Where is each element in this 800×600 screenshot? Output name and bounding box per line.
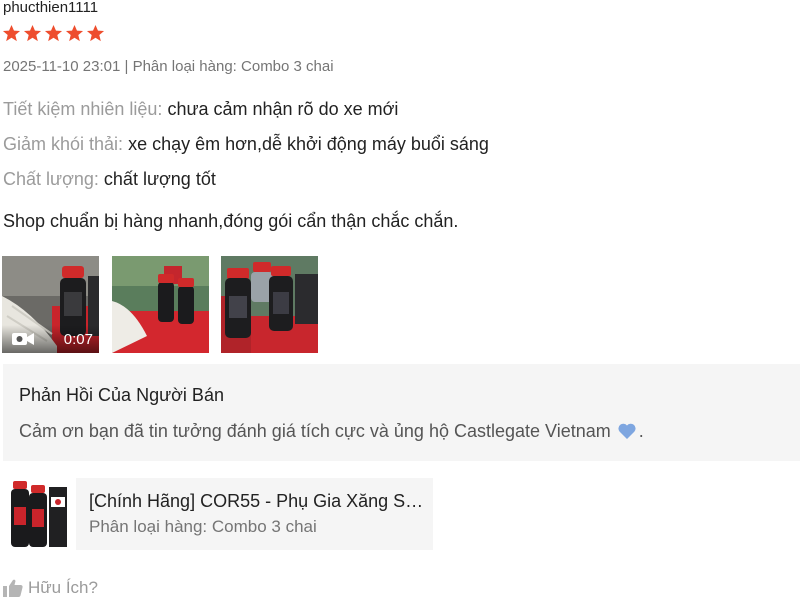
product-thumbnail xyxy=(7,477,69,551)
review-video-thumbnail[interactable]: 0:07 xyxy=(2,256,99,353)
review-photo xyxy=(221,256,318,353)
video-duration: 0:07 xyxy=(63,331,93,348)
attribute-value: xe chạy êm hơn,dễ khởi động máy buổi sán… xyxy=(128,134,489,154)
helpful-label: Hữu Ích? xyxy=(28,578,98,597)
variant-value: Combo 3 chai xyxy=(241,58,334,75)
product-info[interactable]: [Chính Hãng] COR55 - Phụ Gia Xăng Sinh H… xyxy=(76,478,433,550)
attribute-quality: Chất lượng: chất lượng tốt xyxy=(3,169,216,190)
attribute-value: chưa cảm nhận rõ do xe mới xyxy=(167,99,399,119)
review-comment: Shop chuẩn bị hàng nhanh,đóng gói cẩn th… xyxy=(3,211,459,231)
product-name[interactable]: [Chính Hãng] COR55 - Phụ Gia Xăng Sinh H… xyxy=(89,491,425,512)
seller-reply-message: Cảm ơn bạn đã tin tưởng đánh giá tích cự… xyxy=(19,421,611,441)
star-icon xyxy=(23,24,42,42)
review-meta: 2025-11-10 23:01 | Phân loại hàng: Combo… xyxy=(3,58,334,75)
variant-label: Phân loại hàng: xyxy=(132,58,237,75)
product-variant-value: Combo 3 chai xyxy=(211,517,317,536)
product-variant: Phân loại hàng: Combo 3 chai xyxy=(89,517,317,537)
product-card[interactable]: [Chính Hãng] COR55 - Phụ Gia Xăng Sinh H… xyxy=(7,477,433,551)
seller-reply-text: Cảm ơn bạn đã tin tưởng đánh giá tích cự… xyxy=(19,421,644,442)
thumbs-up-icon xyxy=(3,579,23,597)
review-timestamp: 2025-11-10 23:01 xyxy=(3,58,121,75)
star-icon xyxy=(44,24,63,42)
review-image-thumbnail[interactable] xyxy=(112,256,209,353)
star-icon xyxy=(65,24,84,42)
review-photo xyxy=(112,256,209,353)
review-username: phucthien1111 xyxy=(3,0,99,16)
meta-separator: | xyxy=(124,58,129,75)
heart-icon xyxy=(618,423,636,439)
seller-reply: Phản Hồi Của Người Bán Cảm ơn bạn đã tin… xyxy=(3,364,800,461)
attribute-label: Giảm khói thải: xyxy=(3,134,124,154)
product-variant-label: Phân loại hàng: xyxy=(89,517,208,536)
seller-reply-title: Phản Hồi Của Người Bán xyxy=(19,385,224,405)
attribute-emission: Giảm khói thải: xe chạy êm hơn,dễ khởi đ… xyxy=(3,134,489,155)
seller-reply-suffix: . xyxy=(638,421,644,441)
rating-stars xyxy=(2,24,105,43)
attribute-label: Chất lượng: xyxy=(3,169,99,189)
helpful-button[interactable]: Hữu Ích? xyxy=(3,578,98,598)
video-camera-icon xyxy=(12,333,34,345)
star-icon xyxy=(2,24,21,42)
attribute-fuel-saving: Tiết kiệm nhiên liệu: chưa cảm nhận rõ d… xyxy=(3,99,398,120)
review-image-thumbnail[interactable] xyxy=(221,256,318,353)
attribute-value: chất lượng tốt xyxy=(103,169,216,189)
star-icon xyxy=(86,24,105,42)
attribute-label: Tiết kiệm nhiên liệu: xyxy=(3,99,163,119)
